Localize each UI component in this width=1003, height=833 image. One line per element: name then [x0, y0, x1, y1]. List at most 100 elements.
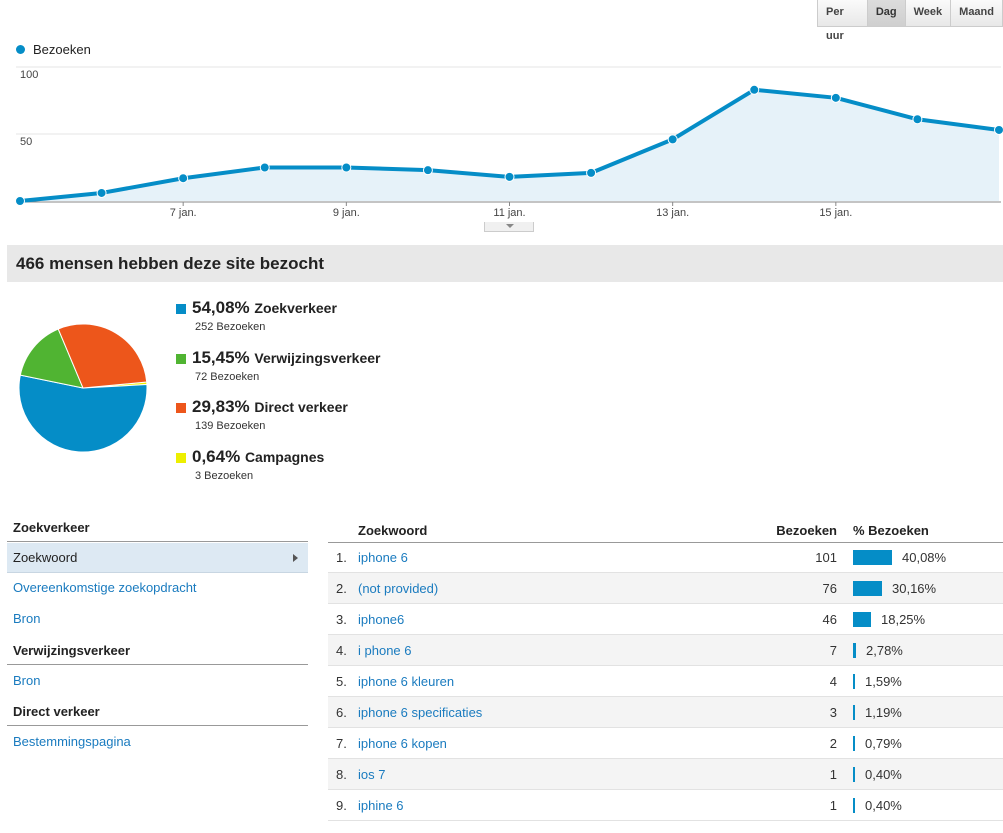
breakdown-visits: 72 Bezoeken: [195, 371, 260, 383]
pct-bar: [853, 767, 855, 782]
pct-value: 40,08%: [902, 550, 947, 565]
pct-value: 1,19%: [865, 705, 902, 720]
data-point[interactable]: [15, 196, 25, 206]
table-row: 2. (not provided) 76 30,16%: [328, 573, 1003, 604]
row-index: 4.: [336, 643, 347, 658]
data-point[interactable]: [96, 187, 107, 198]
keyword-link[interactable]: iphone 6 specificaties: [358, 705, 482, 720]
data-point[interactable]: [178, 173, 189, 184]
pct-bar: [853, 612, 871, 627]
keyword-link[interactable]: ios 7: [358, 767, 385, 782]
nav-link-zoekwoord[interactable]: Zoekwoord: [7, 543, 308, 573]
x-tick-label: 7 jan.: [170, 207, 197, 219]
legend-series-label[interactable]: Bezoeken: [33, 42, 91, 57]
granularity-dag-button[interactable]: Dag: [866, 0, 905, 26]
table-row: 3. iphone6 46 18,25%: [328, 604, 1003, 635]
nav-link-landing-page[interactable]: Bestemmingspagina: [7, 727, 308, 757]
table-row: 5. iphone 6 kleuren 4 1,59%: [328, 666, 1003, 697]
granularity-per-uur-button[interactable]: Per uur: [818, 0, 867, 42]
x-tick-label: 11 jan.: [493, 207, 525, 219]
visits-value: 7: [829, 643, 837, 658]
pct-bar: [853, 674, 855, 689]
granularity-toggle: Per uur Dag Week Maand: [817, 0, 1003, 42]
pct-value: 1,59%: [865, 674, 902, 689]
data-point[interactable]: [912, 114, 923, 125]
keyword-link[interactable]: iphine 6: [358, 798, 404, 813]
breakdown-visits: 3 Bezoeken: [195, 470, 254, 482]
data-point[interactable]: [422, 165, 433, 176]
row-index: 7.: [336, 736, 347, 751]
keyword-link[interactable]: (not provided): [358, 581, 438, 596]
data-point[interactable]: [504, 171, 515, 182]
pct-value: 30,16%: [892, 581, 937, 596]
keyword-link[interactable]: i phone 6: [358, 643, 412, 658]
breakdown-pct: 29,83%: [192, 397, 250, 416]
nav-link-search-source[interactable]: Bron: [7, 604, 308, 634]
pct-value: 0,40%: [865, 798, 902, 813]
visits-value: 46: [822, 612, 837, 627]
legend-dot-icon: [16, 45, 25, 54]
row-index: 8.: [336, 767, 347, 782]
row-index: 5.: [336, 674, 347, 689]
pct-bar: [853, 798, 855, 813]
traffic-sources-pie: [18, 323, 148, 453]
y-tick-label: 100: [20, 69, 38, 81]
visits-value: 3: [829, 705, 837, 720]
header-visits[interactable]: Bezoeken: [776, 523, 837, 538]
visits-value: 76: [822, 581, 837, 596]
nav-head-referral: Verwijzingsverkeer: [7, 643, 308, 665]
table-row: 9. iphine 6 1 0,40%: [328, 790, 1003, 821]
granularity-maand-button[interactable]: Maand: [950, 0, 1002, 26]
pct-value: 2,78%: [866, 643, 903, 658]
row-index: 2.: [336, 581, 347, 596]
chart-legend: Bezoeken: [16, 42, 91, 57]
pct-bar: [853, 581, 882, 596]
granularity-week-button[interactable]: Week: [904, 0, 951, 26]
data-point[interactable]: [667, 134, 678, 145]
header-pct-visits[interactable]: % Bezoeken: [853, 523, 929, 538]
y-tick-label: 50: [20, 136, 32, 148]
row-index: 9.: [336, 798, 347, 813]
data-point[interactable]: [830, 92, 841, 103]
nav-link-referral-source[interactable]: Bron: [7, 666, 308, 696]
x-tick-label: 13 jan.: [656, 207, 689, 219]
header-keyword[interactable]: Zoekwoord: [358, 523, 427, 538]
data-point[interactable]: [259, 162, 270, 173]
pct-bar: [853, 705, 855, 720]
keyword-link[interactable]: iphone6: [358, 612, 404, 627]
breakdown-name: Zoekverkeer: [254, 300, 337, 316]
breakdown-pct: 54,08%: [192, 298, 250, 317]
search-color-swatch: [176, 304, 186, 314]
series-area: [20, 89, 999, 201]
x-tick-label: 15 jan.: [819, 207, 852, 219]
nav-head-search: Zoekverkeer: [7, 520, 308, 542]
visits-value: 4: [829, 674, 837, 689]
data-point[interactable]: [994, 124, 1003, 135]
nav-link-matched-query[interactable]: Overeenkomstige zoekopdracht: [7, 573, 308, 603]
visits-value: 1: [829, 798, 837, 813]
pct-value: 0,40%: [865, 767, 902, 782]
keyword-link[interactable]: iphone 6: [358, 550, 408, 565]
chevron-right-icon: [293, 554, 298, 562]
data-point[interactable]: [586, 167, 597, 178]
visits-value: 1: [829, 767, 837, 782]
row-index: 6.: [336, 705, 347, 720]
chart-collapse-handle[interactable]: [484, 222, 534, 232]
data-point[interactable]: [749, 84, 760, 95]
direct-color-swatch: [176, 403, 186, 413]
pct-bar: [853, 736, 855, 751]
table-row: 4. i phone 6 7 2,78%: [328, 635, 1003, 666]
summary-title: 466 mensen hebben deze site bezocht: [16, 254, 324, 273]
breakdown-pct: 15,45%: [192, 348, 250, 367]
breakdown-visits: 252 Bezoeken: [195, 321, 266, 333]
x-tick-label: 9 jan.: [333, 207, 360, 219]
breakdown-name: Campagnes: [244, 449, 325, 465]
keyword-link[interactable]: iphone 6 kopen: [358, 736, 447, 751]
table-header: Zoekwoord Bezoeken % Bezoeken: [328, 520, 1003, 543]
pct-bar: [853, 643, 856, 658]
summary-header: 466 mensen hebben deze site bezocht: [7, 245, 1003, 282]
keyword-link[interactable]: iphone 6 kleuren: [358, 674, 454, 689]
nav-head-direct: Direct verkeer: [7, 704, 308, 726]
data-point[interactable]: [341, 162, 352, 173]
referral-color-swatch: [176, 354, 186, 364]
